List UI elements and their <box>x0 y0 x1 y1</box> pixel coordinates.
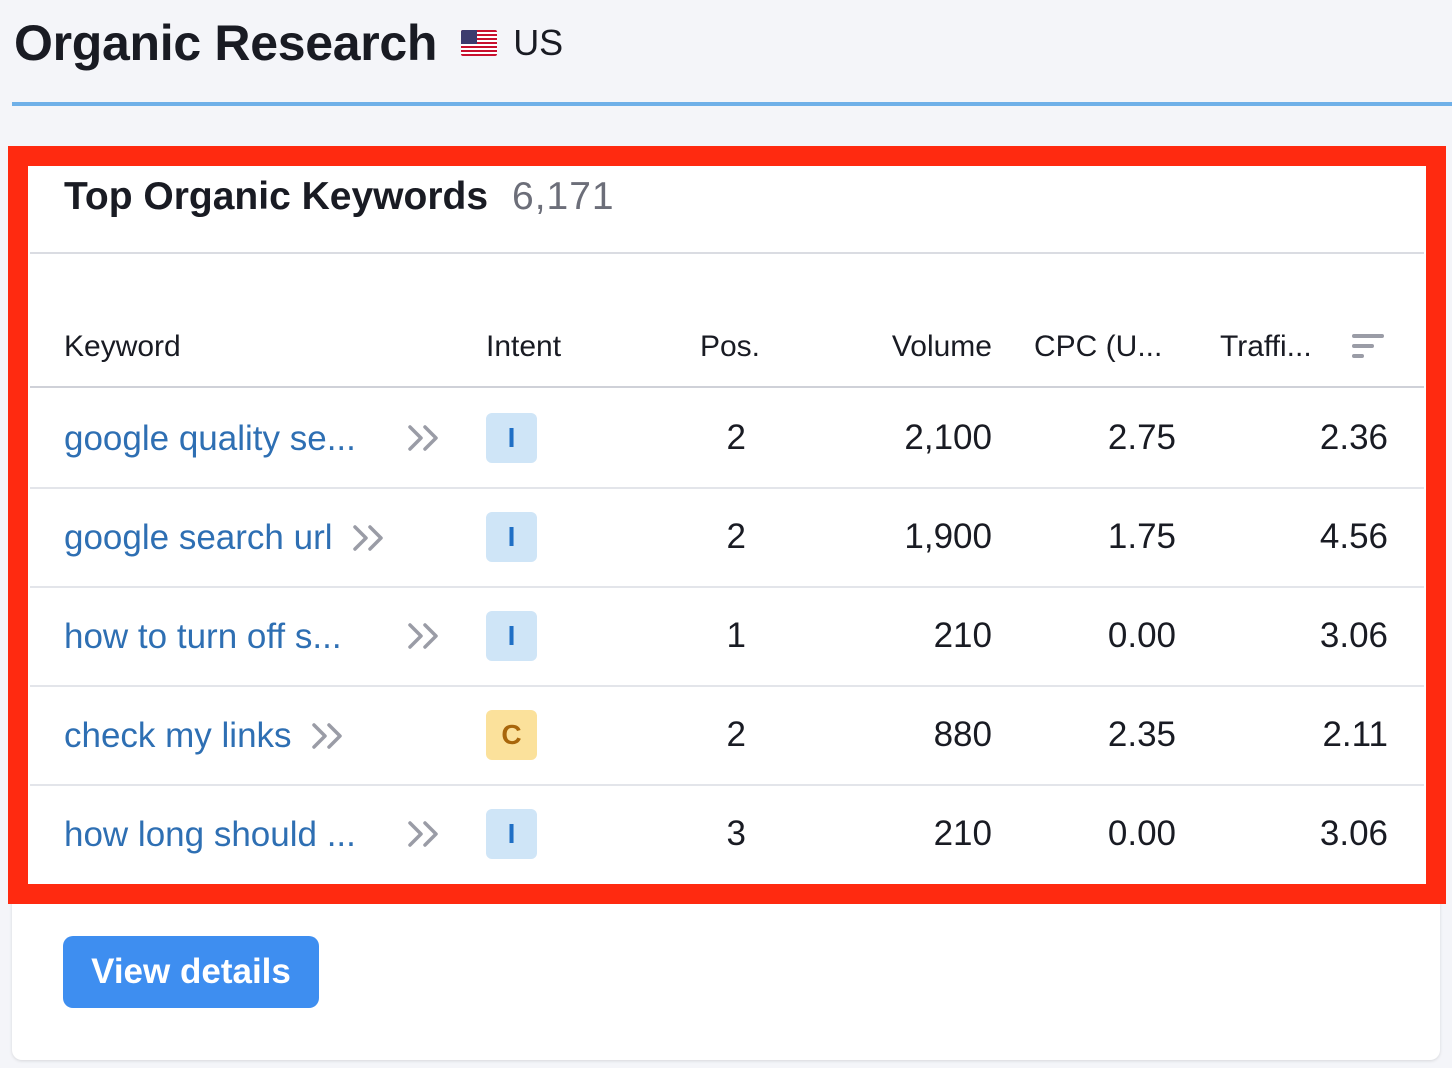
widget-title: Top Organic Keywords <box>64 175 489 218</box>
traffic-value: 2.11 <box>1322 715 1388 754</box>
sort-icon[interactable] <box>1352 332 1386 360</box>
keyword-link[interactable]: google quality se... <box>64 419 356 459</box>
intent-badge-informational[interactable]: I <box>486 413 537 463</box>
column-header-keyword[interactable]: Keyword <box>64 330 181 364</box>
widget-header: Top Organic Keywords 6,171 <box>64 175 615 219</box>
chevron-double-right-icon[interactable] <box>406 819 442 849</box>
chevron-double-right-icon[interactable] <box>406 621 442 651</box>
column-header-volume[interactable]: Volume <box>892 330 992 364</box>
cpc-value: 1.75 <box>1107 517 1176 556</box>
chevron-double-right-icon[interactable] <box>406 423 442 453</box>
table-row: google search url I 2 1,900 1.75 4.56 <box>30 489 1424 588</box>
table-row: check my links C 2 880 2.35 2.11 <box>30 687 1424 786</box>
traffic-value: 4.56 <box>1319 517 1388 556</box>
intent-badge-informational[interactable]: I <box>486 512 537 562</box>
volume-value: 2,100 <box>904 418 992 457</box>
column-header-position[interactable]: Pos. <box>700 330 760 364</box>
volume-value: 1,900 <box>904 517 992 556</box>
column-header-cpc[interactable]: CPC (U... <box>1034 330 1162 364</box>
keyword-count: 6,171 <box>512 175 615 218</box>
keyword-cell: google search url <box>64 489 387 586</box>
position-value: 2 <box>726 715 746 754</box>
intent-badge-informational[interactable]: I <box>486 809 537 859</box>
table-row: how long should ... I 3 210 0.00 3.06 <box>30 786 1424 885</box>
volume-value: 880 <box>933 715 992 754</box>
keyword-table-body: google quality se... I 2 2,100 2.75 2.36… <box>30 390 1424 885</box>
intent-badge-commercial[interactable]: C <box>486 710 537 760</box>
keyword-link[interactable]: how long should ... <box>64 815 356 855</box>
keyword-cell: how long should ... <box>64 786 356 883</box>
position-value: 2 <box>726 418 746 457</box>
volume-value: 210 <box>933 814 992 853</box>
traffic-value: 3.06 <box>1319 814 1388 853</box>
us-flag-icon <box>461 30 498 56</box>
page-title: Organic Research <box>14 15 438 71</box>
chevron-double-right-icon[interactable] <box>351 523 387 553</box>
widget-divider <box>30 252 1424 254</box>
keyword-cell: google quality se... <box>64 390 356 487</box>
table-row: google quality se... I 2 2,100 2.75 2.36 <box>30 390 1424 489</box>
chevron-double-right-icon[interactable] <box>310 721 346 751</box>
position-value: 1 <box>726 616 746 655</box>
keyword-link[interactable]: how to turn off s... <box>64 617 342 657</box>
region-label: US <box>513 22 564 63</box>
table-header: Keyword Intent Pos. Volume CPC (U... Tra… <box>30 322 1424 388</box>
cpc-value: 0.00 <box>1107 814 1176 853</box>
keyword-cell: check my links <box>64 687 346 784</box>
intent-badge-informational[interactable]: I <box>486 611 537 661</box>
position-value: 3 <box>726 814 746 853</box>
cpc-value: 2.75 <box>1107 418 1176 457</box>
keyword-cell: how to turn off s... <box>64 588 342 685</box>
keyword-link[interactable]: google search url <box>64 518 333 558</box>
page: Organic Research US Top Organic Keywords… <box>0 0 1452 1068</box>
column-header-intent[interactable]: Intent <box>486 330 561 364</box>
cpc-value: 0.00 <box>1107 616 1176 655</box>
view-details-button[interactable]: View details <box>63 936 319 1008</box>
traffic-value: 3.06 <box>1319 616 1388 655</box>
position-value: 2 <box>726 517 746 556</box>
page-header: Organic Research US <box>14 12 563 74</box>
keyword-link[interactable]: check my links <box>64 716 292 756</box>
table-row: how to turn off s... I 1 210 0.00 3.06 <box>30 588 1424 687</box>
volume-value: 210 <box>933 616 992 655</box>
column-header-traffic[interactable]: Traffi... <box>1220 330 1312 364</box>
traffic-value: 2.36 <box>1319 418 1388 457</box>
header-underline <box>12 102 1452 106</box>
cpc-value: 2.35 <box>1107 715 1176 754</box>
